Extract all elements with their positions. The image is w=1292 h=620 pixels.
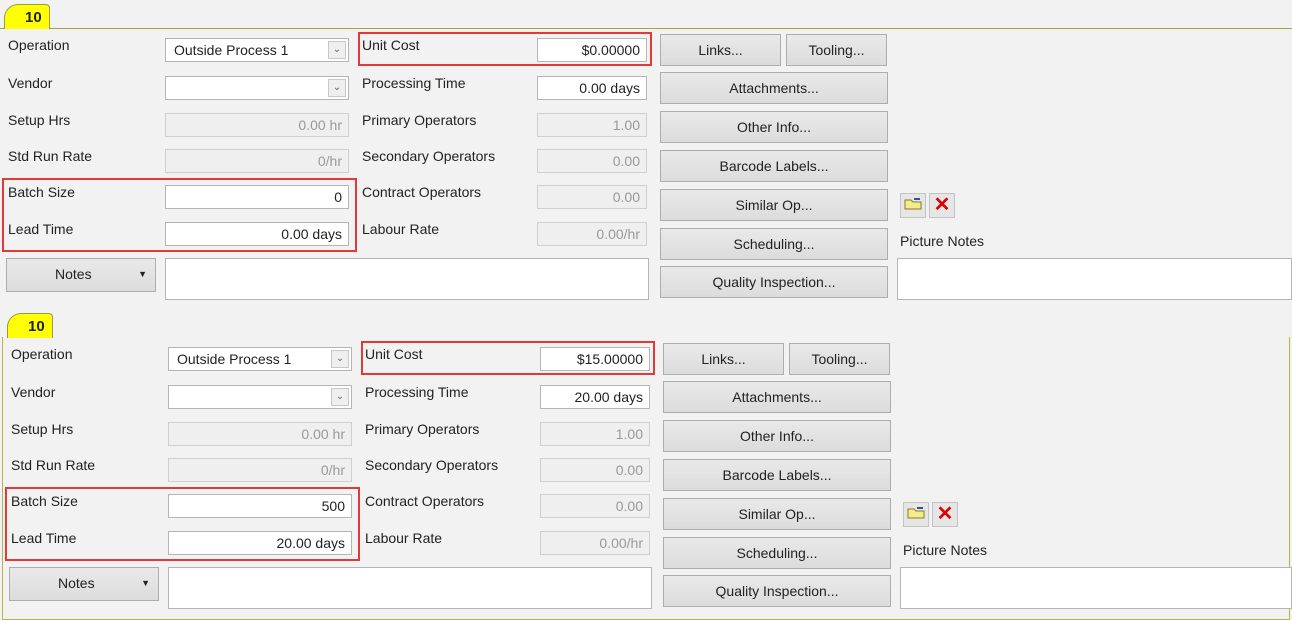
tooling-button[interactable]: Tooling... <box>789 343 890 375</box>
notes-textarea[interactable] <box>168 567 652 609</box>
open-folder-icon[interactable] <box>903 502 929 527</box>
open-folder-icon[interactable] <box>900 193 926 218</box>
operation-select[interactable]: Outside Process 1 ⌄ <box>165 38 349 62</box>
operation-select[interactable]: Outside Process 1 ⌄ <box>168 347 352 371</box>
vendor-select[interactable]: ⌄ <box>165 76 349 100</box>
picture-notes-textarea[interactable] <box>900 567 1292 609</box>
links-button[interactable]: Links... <box>660 34 781 66</box>
notes-label: Notes <box>58 575 95 591</box>
operation-label: Operation <box>8 37 70 53</box>
operation-panel: 10 Operation Vendor Setup Hrs Std Run Rate Ba… <box>0 0 1292 305</box>
labour-rate-label: Labour Rate <box>365 530 443 546</box>
operation-tab[interactable]: 10 <box>4 4 50 29</box>
std-run-rate-label: Std Run Rate <box>11 457 96 473</box>
picture-notes-label: Picture Notes <box>903 542 988 558</box>
vendor-label: Vendor <box>8 75 53 91</box>
contract-operators-field: 0.00 <box>540 494 650 518</box>
labour-rate-field: 0.00/hr <box>537 222 647 246</box>
links-button[interactable]: Links... <box>663 343 784 375</box>
other-info-button[interactable]: Other Info... <box>660 111 888 143</box>
tooling-button[interactable]: Tooling... <box>786 34 887 66</box>
secondary-operators-field: 0.00 <box>540 458 650 482</box>
processing-time-field[interactable]: 20.00 days <box>540 385 650 409</box>
setup-hrs-label: Setup Hrs <box>11 421 74 437</box>
scheduling-button[interactable]: Scheduling... <box>660 228 888 260</box>
attachments-button[interactable]: Attachments... <box>663 381 891 413</box>
std-run-rate-label: Std Run Rate <box>8 148 93 164</box>
delete-icon[interactable]: ✕ <box>929 193 955 218</box>
vendor-select[interactable]: ⌄ <box>168 385 352 409</box>
secondary-operators-field: 0.00 <box>537 149 647 173</box>
labour-rate-label: Labour Rate <box>362 221 440 237</box>
batch-lead-highlight <box>2 178 357 252</box>
panel-divider <box>0 28 1292 29</box>
operation-label: Operation <box>11 346 73 362</box>
similar-op-button[interactable]: Similar Op... <box>660 189 888 221</box>
primary-operators-label: Primary Operators <box>365 421 480 437</box>
similar-op-button[interactable]: Similar Op... <box>663 498 891 530</box>
barcode-labels-button[interactable]: Barcode Labels... <box>660 150 888 182</box>
contract-operators-label: Contract Operators <box>365 493 485 509</box>
processing-time-field[interactable]: 0.00 days <box>537 76 647 100</box>
contract-operators-field: 0.00 <box>537 185 647 209</box>
batch-lead-highlight <box>5 487 360 561</box>
operation-tab[interactable]: 10 <box>7 313 53 338</box>
setup-hrs-field: 0.00 hr <box>168 422 352 446</box>
contract-operators-label: Contract Operators <box>362 184 482 200</box>
unit-cost-highlight <box>358 32 652 66</box>
chevron-down-icon[interactable]: ⌄ <box>328 41 346 59</box>
scheduling-button[interactable]: Scheduling... <box>663 537 891 569</box>
chevron-down-icon[interactable]: ⌄ <box>331 388 349 406</box>
processing-time-label: Processing Time <box>362 75 466 91</box>
secondary-operators-label: Secondary Operators <box>362 148 496 164</box>
attachments-button[interactable]: Attachments... <box>660 72 888 104</box>
primary-operators-field: 1.00 <box>540 422 650 446</box>
operation-panel: 10 Operation Vendor Setup Hrs Std Run Rate Ba… <box>0 309 1292 620</box>
notes-textarea[interactable] <box>165 258 649 300</box>
std-run-rate-field: 0/hr <box>165 149 349 173</box>
notes-label: Notes <box>55 266 92 282</box>
std-run-rate-field: 0/hr <box>168 458 352 482</box>
quality-inspection-button[interactable]: Quality Inspection... <box>663 575 891 607</box>
operation-value: Outside Process 1 <box>177 351 292 367</box>
primary-operators-label: Primary Operators <box>362 112 477 128</box>
notes-dropdown-button[interactable]: Notes ▼ <box>9 567 159 601</box>
setup-hrs-label: Setup Hrs <box>8 112 71 128</box>
quality-inspection-button[interactable]: Quality Inspection... <box>660 266 888 298</box>
chevron-down-icon[interactable]: ⌄ <box>331 350 349 368</box>
unit-cost-highlight <box>361 341 655 375</box>
chevron-down-icon[interactable]: ⌄ <box>328 79 346 97</box>
picture-notes-textarea[interactable] <box>897 258 1292 300</box>
barcode-labels-button[interactable]: Barcode Labels... <box>663 459 891 491</box>
picture-notes-label: Picture Notes <box>900 233 985 249</box>
caret-down-icon: ▼ <box>138 269 147 279</box>
other-info-button[interactable]: Other Info... <box>663 420 891 452</box>
setup-hrs-field: 0.00 hr <box>165 113 349 137</box>
labour-rate-field: 0.00/hr <box>540 531 650 555</box>
primary-operators-field: 1.00 <box>537 113 647 137</box>
processing-time-label: Processing Time <box>365 384 469 400</box>
vendor-label: Vendor <box>11 384 56 400</box>
delete-icon[interactable]: ✕ <box>932 502 958 527</box>
caret-down-icon: ▼ <box>141 578 150 588</box>
notes-dropdown-button[interactable]: Notes ▼ <box>6 258 156 292</box>
operation-value: Outside Process 1 <box>174 42 289 58</box>
secondary-operators-label: Secondary Operators <box>365 457 499 473</box>
